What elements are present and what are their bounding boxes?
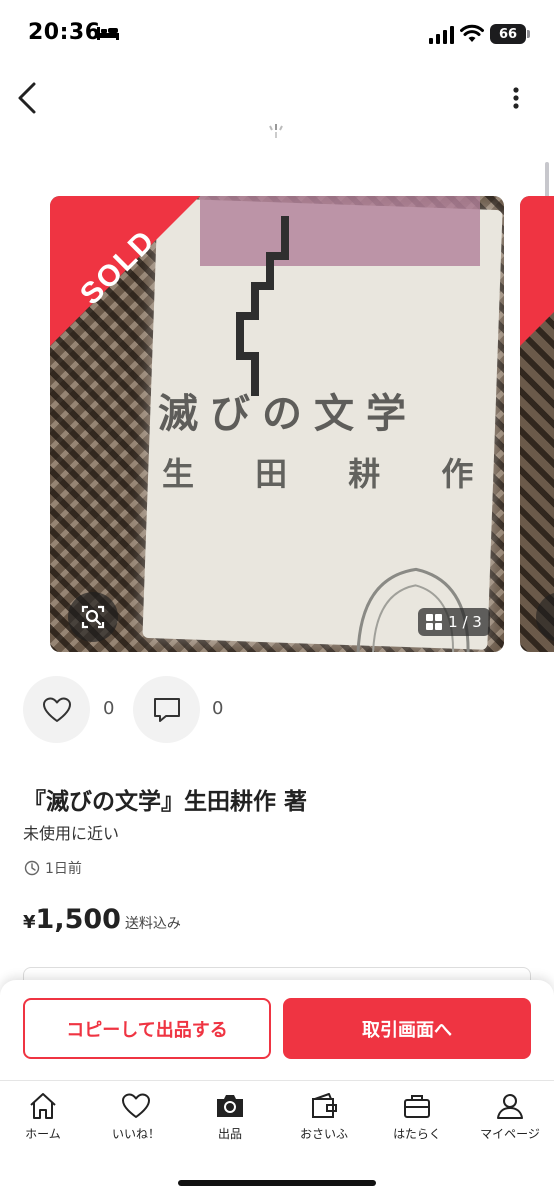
image-counter: 1 / 3 <box>418 608 490 636</box>
zigzag-design <box>236 216 289 396</box>
briefcase-icon <box>404 1095 430 1118</box>
book-cover-title: 滅びの文学 <box>158 390 418 437</box>
product-photo[interactable]: 滅びの文学 生 田 耕 作 SOLD 1 / 3 <box>50 196 504 652</box>
image-carousel[interactable]: 滅びの文学 生 田 耕 作 SOLD 1 / 3 <box>0 196 554 654</box>
status-bar: 20:36 66 <box>0 0 554 70</box>
grid-icon <box>426 614 443 630</box>
next-image-search-button[interactable] <box>536 592 554 642</box>
camera-icon <box>217 1095 243 1117</box>
wallet-icon <box>312 1093 337 1118</box>
clock-icon <box>24 860 40 876</box>
battery-indicator: 66 <box>490 24 530 44</box>
image-counter-text: 1 / 3 <box>448 613 482 631</box>
transaction-button[interactable]: 取引画面へ <box>283 998 531 1059</box>
shipping-note: 送料込み <box>124 916 181 932</box>
book-cover-author: 生 田 耕 作 <box>162 455 474 493</box>
copy-listing-button[interactable]: コピーして出品する <box>23 998 271 1059</box>
image-search-button[interactable] <box>68 592 118 642</box>
tab-likes-label: いいね！ <box>111 1127 160 1141</box>
bottom-action-bar: コピーして出品する 取引画面へ <box>0 980 554 1080</box>
tab-wallet-label: おさいふ <box>299 1127 348 1141</box>
scan-search-icon <box>81 605 105 629</box>
bed-icon <box>97 27 119 40</box>
tab-work[interactable]: はたらく <box>371 1091 463 1151</box>
posted-time: 1日前 <box>45 861 82 877</box>
tab-mypage[interactable]: マイページ <box>464 1091 554 1151</box>
tab-wallet[interactable]: おさいふ <box>278 1091 370 1151</box>
loading-spinner-icon <box>269 124 283 138</box>
heart-icon <box>42 697 71 722</box>
tab-work-label: はたらく <box>393 1127 441 1141</box>
next-product-photo[interactable] <box>520 196 554 652</box>
price: ¥1,500 送料込み <box>23 904 181 935</box>
comment-count: 0 <box>212 698 224 719</box>
home-indicator[interactable] <box>178 1180 376 1186</box>
home-icon <box>30 1093 56 1119</box>
back-button[interactable] <box>12 80 48 116</box>
tab-sell-label: 出品 <box>217 1127 242 1141</box>
like-button[interactable] <box>23 676 90 743</box>
signal-icon <box>429 26 454 44</box>
item-title: 『滅びの文学』生田耕作 著 <box>23 789 308 815</box>
heart-icon <box>122 1093 150 1118</box>
tab-sell[interactable]: 出品 <box>184 1091 276 1151</box>
like-count: 0 <box>103 698 115 719</box>
next-sold-badge <box>520 196 554 346</box>
more-options-icon[interactable] <box>504 82 528 114</box>
price-currency: ¥ <box>23 912 36 933</box>
status-time: 20:36 <box>28 20 101 45</box>
price-value: 1,500 <box>35 904 121 935</box>
wifi-icon <box>460 24 484 42</box>
tab-likes[interactable]: いいね！ <box>90 1091 182 1151</box>
person-icon <box>497 1094 523 1119</box>
tab-home[interactable]: ホーム <box>0 1091 89 1151</box>
item-condition: 未使用に近い <box>23 824 120 843</box>
comment-button[interactable] <box>133 676 200 743</box>
comment-icon <box>153 697 180 722</box>
tab-home-label: ホーム <box>25 1127 61 1141</box>
tab-mypage-label: マイページ <box>480 1127 540 1141</box>
ornament-emblem <box>356 567 470 652</box>
